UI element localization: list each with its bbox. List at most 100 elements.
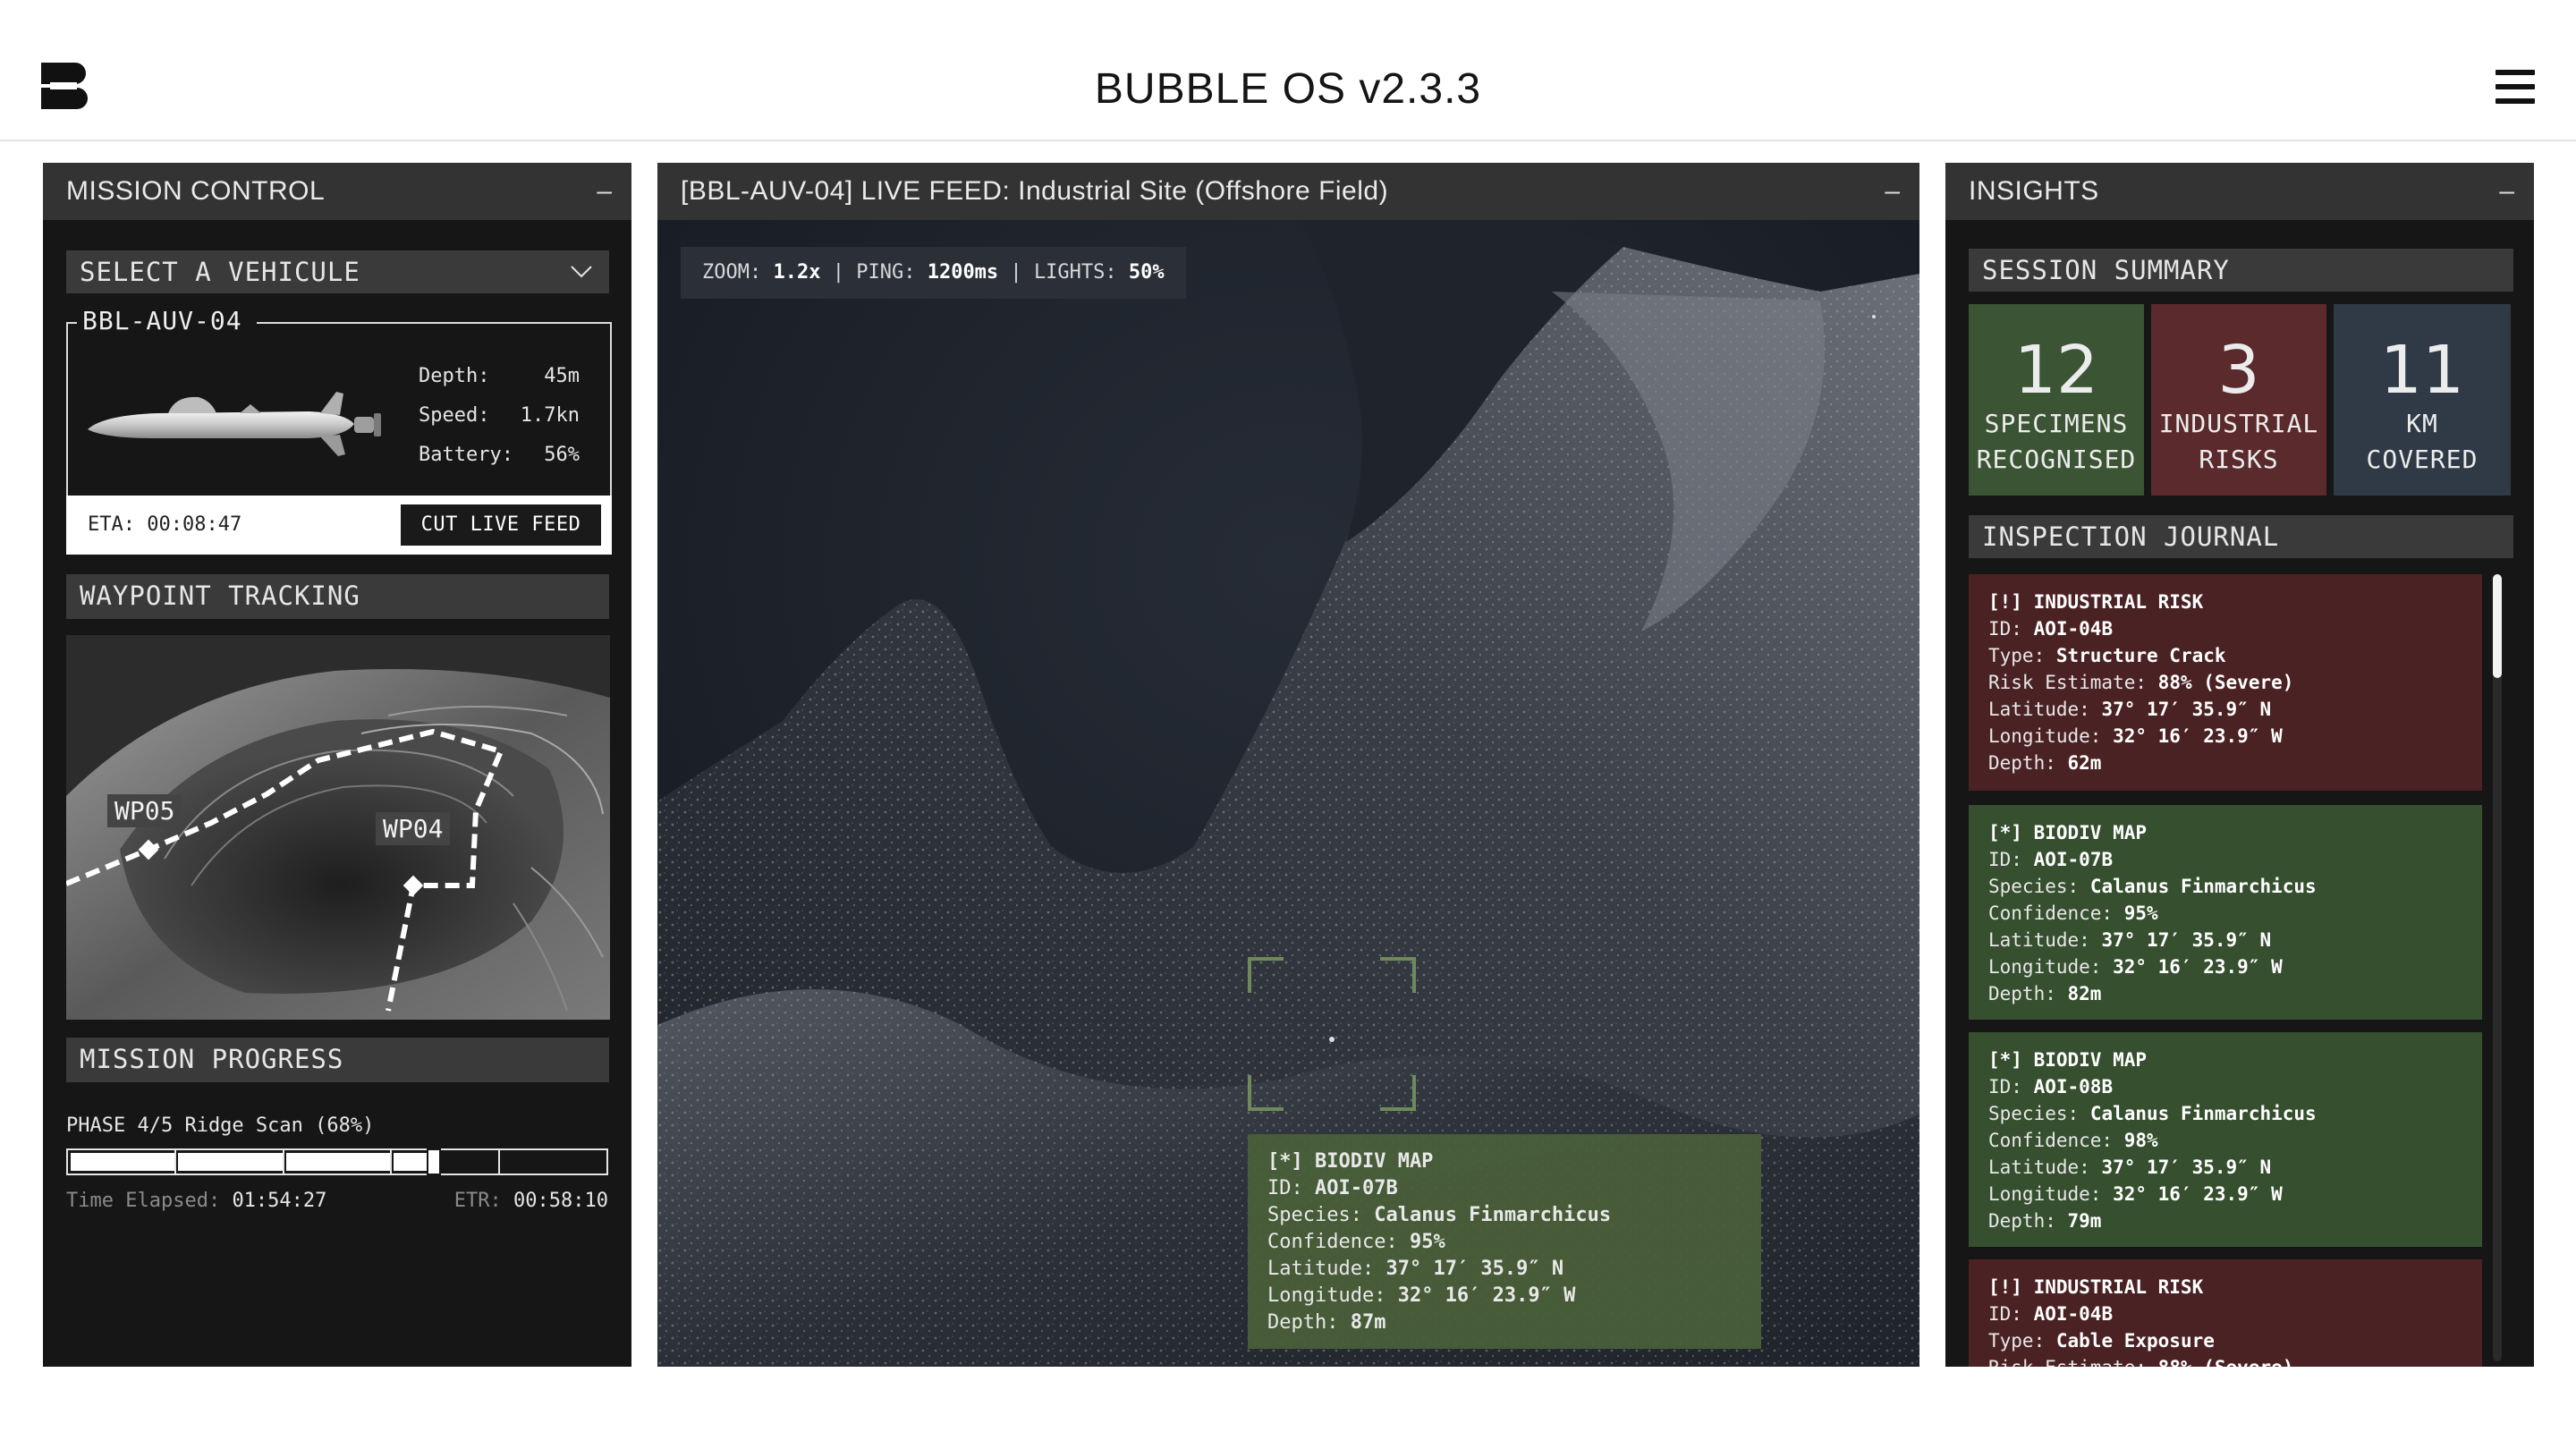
panel-title: MISSION CONTROL bbox=[66, 176, 326, 206]
entry-tag: [!] INDUSTRIAL RISK bbox=[1988, 1276, 2204, 1298]
waypoint-label: WP05 bbox=[107, 794, 182, 827]
detection-target-box[interactable] bbox=[1248, 957, 1416, 1111]
kpi-label: COVERED bbox=[2366, 445, 2479, 474]
inspection-journal-title: INSPECTION JOURNAL bbox=[1969, 515, 2513, 558]
session-summary-title: SESSION SUMMARY bbox=[1969, 249, 2513, 292]
detection-tag: [*] BIODIV MAP bbox=[1267, 1150, 1434, 1173]
entry-tag: [*] BIODIV MAP bbox=[1988, 822, 2148, 843]
inspection-journal-list[interactable]: [!] INDUSTRIAL RISK ID: AOI-04B Type: St… bbox=[1969, 574, 2487, 1367]
kpi-value: 3 bbox=[2217, 332, 2260, 409]
kpi-label: INDUSTRIAL bbox=[2158, 409, 2319, 438]
journal-entry[interactable]: [!] INDUSTRIAL RISK ID: AOI-04B Type: St… bbox=[1969, 574, 2482, 791]
depth-stat: Depth: 45m bbox=[419, 365, 580, 387]
entry-field: Calanus Finmarchicus bbox=[2089, 876, 2317, 897]
detection-info-card[interactable]: [*] BIODIV MAP ID: AOI-07B Species: Cala… bbox=[1248, 1134, 1761, 1349]
phase-text: PHASE 4/5 Ridge Scan (68%) bbox=[66, 1114, 375, 1137]
vehicle-select-label: SELECT A VEHICULE bbox=[80, 257, 360, 287]
top-bar: BUBBLE OS v2.3.3 bbox=[0, 0, 2576, 141]
kpi-industrial-risks: 3 INDUSTRIAL RISKS bbox=[2151, 304, 2326, 496]
lights-value: 50% bbox=[1128, 261, 1165, 284]
progress-handle[interactable] bbox=[427, 1148, 442, 1175]
live-feed-header: [BBL-AUV-04] LIVE FEED: Industrial Site … bbox=[657, 163, 1919, 220]
entry-id: AOI-04B bbox=[2033, 618, 2114, 640]
entry-field: Calanus Finmarchicus bbox=[2089, 1103, 2317, 1124]
vehicle-name: BBL-AUV-04 bbox=[77, 306, 257, 335]
detection-id: AOI-07B bbox=[1315, 1177, 1398, 1199]
progress-segment-divider bbox=[497, 1150, 500, 1174]
minimize-button[interactable]: – bbox=[594, 163, 615, 220]
journal-entry[interactable]: [*] BIODIV MAP ID: AOI-07B Species: Cala… bbox=[1969, 805, 2482, 1020]
live-feed-panel: [BBL-AUV-04] LIVE FEED: Industrial Site … bbox=[657, 163, 1919, 1367]
kpi-value: 11 bbox=[2379, 332, 2465, 409]
mission-progress-bar bbox=[66, 1148, 608, 1175]
entry-longitude: 32° 16′ 23.9″ W bbox=[2113, 725, 2283, 747]
kpi-label: SPECIMENS bbox=[1984, 409, 2129, 438]
chevron-down-icon bbox=[571, 266, 592, 278]
kpi-specimens-recognised: 12 SPECIMENS RECOGNISED bbox=[1969, 304, 2144, 496]
progress-segment-divider bbox=[174, 1150, 177, 1174]
minimize-button[interactable]: – bbox=[2496, 163, 2518, 220]
hamburger-menu-icon[interactable] bbox=[2496, 70, 2535, 104]
entry-tag: [*] BIODIV MAP bbox=[1988, 1049, 2148, 1071]
insights-header: INSIGHTS – bbox=[1945, 163, 2534, 220]
speed-value: 1.7kn bbox=[520, 404, 580, 427]
zoom-value: 1.2x bbox=[773, 261, 821, 284]
entry-longitude: 32° 16′ 23.9″ W bbox=[2113, 1183, 2283, 1205]
journal-entry[interactable]: [*] BIODIV MAP ID: AOI-08B Species: Cala… bbox=[1969, 1032, 2482, 1247]
progress-segment-divider bbox=[282, 1150, 284, 1174]
entry-id: AOI-07B bbox=[2033, 849, 2114, 870]
detection-species: Calanus Finmarchicus bbox=[1374, 1204, 1612, 1226]
journal-scrollbar[interactable] bbox=[2493, 574, 2502, 1361]
waypoint-label: WP04 bbox=[376, 812, 451, 845]
entry-depth: 62m bbox=[2067, 752, 2102, 774]
auv-vehicle-image bbox=[88, 392, 381, 456]
vehicle-select-dropdown[interactable]: SELECT A VEHICULE bbox=[66, 250, 609, 293]
detection-latitude: 37° 17′ 35.9″ N bbox=[1385, 1258, 1564, 1280]
waypoint-tracking-title: WAYPOINT TRACKING bbox=[66, 574, 609, 619]
kpi-km-covered: 11 KM COVERED bbox=[2334, 304, 2511, 496]
entry-tag: [!] INDUSTRIAL RISK bbox=[1988, 591, 2204, 613]
insights-panel: INSIGHTS – SESSION SUMMARY 12 SPECIMENS … bbox=[1945, 163, 2534, 1367]
entry-second: 98% bbox=[2123, 1130, 2158, 1151]
etr: ETR: 00:58:10 bbox=[453, 1190, 608, 1212]
entry-depth: 82m bbox=[2067, 983, 2102, 1004]
kpi-label: KM bbox=[2406, 409, 2438, 438]
cut-live-feed-button[interactable]: CUT LIVE FEED bbox=[401, 504, 601, 546]
panel-title: INSIGHTS bbox=[1969, 176, 2099, 206]
scrollbar-thumb[interactable] bbox=[2493, 574, 2502, 678]
entry-latitude: 37° 17′ 35.9″ N bbox=[2101, 699, 2272, 720]
mission-progress-title: MISSION PROGRESS bbox=[66, 1038, 609, 1082]
depth-value: 45m bbox=[544, 365, 580, 387]
entry-id: AOI-04B bbox=[2033, 1303, 2114, 1325]
entry-second: 95% bbox=[2123, 902, 2158, 924]
entry-latitude: 37° 17′ 35.9″ N bbox=[2101, 929, 2272, 951]
mission-control-header: MISSION CONTROL – bbox=[43, 163, 631, 220]
entry-latitude: 37° 17′ 35.9″ N bbox=[2101, 1157, 2272, 1178]
entry-field: Structure Crack bbox=[2055, 645, 2226, 666]
camera-hud: ZOOM: 1.2x | PING: 1200ms | LIGHTS: 50% bbox=[681, 247, 1186, 299]
detection-confidence: 95% bbox=[1409, 1231, 1445, 1253]
journal-entry[interactable]: [!] INDUSTRIAL RISK ID: AOI-04B Type: Ca… bbox=[1969, 1259, 2482, 1367]
entry-field: Cable Exposure bbox=[2055, 1330, 2215, 1352]
waypoint-map[interactable]: WP05 WP04 bbox=[66, 635, 610, 1020]
speed-stat: Speed: 1.7kn bbox=[419, 404, 580, 427]
progress-segment-divider bbox=[390, 1150, 393, 1174]
battery-value: 56% bbox=[544, 444, 580, 466]
minimize-button[interactable]: – bbox=[1882, 163, 1903, 220]
time-elapsed-value: 01:54:27 bbox=[232, 1190, 327, 1212]
detection-depth: 87m bbox=[1350, 1311, 1386, 1334]
entry-id: AOI-08B bbox=[2033, 1076, 2114, 1097]
detection-longitude: 32° 16′ 23.9″ W bbox=[1397, 1284, 1576, 1307]
app-title: BUBBLE OS v2.3.3 bbox=[1094, 65, 1482, 113]
mission-control-panel: MISSION CONTROL – SELECT A VEHICULE BBL-… bbox=[43, 163, 631, 1367]
entry-second: 88% (Severe) bbox=[2157, 672, 2294, 693]
time-elapsed: Time Elapsed: 01:54:27 bbox=[66, 1190, 327, 1212]
vehicle-card: BBL-AUV-04 Depth: 45m Speed: 1.7kn Battery… bbox=[66, 306, 612, 497]
eta-bar: ETA: 00:08:47 CUT LIVE FEED bbox=[66, 496, 612, 555]
entry-depth: 79m bbox=[2067, 1210, 2102, 1232]
kpi-value: 12 bbox=[2013, 332, 2099, 409]
terrain-map-image bbox=[66, 635, 610, 1020]
etr-value: 00:58:10 bbox=[513, 1190, 608, 1212]
entry-longitude: 32° 16′ 23.9″ W bbox=[2113, 956, 2283, 978]
kpi-label: RECOGNISED bbox=[1976, 445, 2137, 474]
